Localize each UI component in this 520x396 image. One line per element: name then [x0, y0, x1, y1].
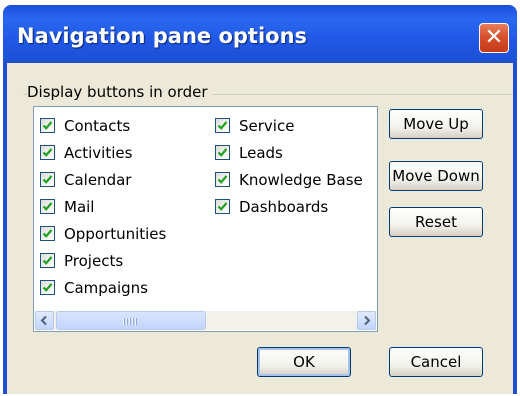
- list-item-opportunities[interactable]: Opportunities: [40, 220, 166, 247]
- checkmark-icon: [42, 256, 53, 265]
- list-item-label: Projects: [64, 251, 124, 270]
- checkmark-icon: [217, 148, 228, 157]
- list-item-label: Leads: [239, 143, 283, 162]
- list-item-calendar[interactable]: Calendar: [40, 166, 166, 193]
- checkmark-icon: [42, 283, 53, 292]
- list-item-label: Calendar: [64, 170, 132, 189]
- list-item-dashboards[interactable]: Dashboards: [215, 193, 363, 220]
- list-item-label: Mail: [64, 197, 95, 216]
- dialog-title: Navigation pane options: [17, 24, 308, 48]
- list-item-knowledge-base[interactable]: Knowledge Base: [215, 166, 363, 193]
- checkmark-icon: [42, 148, 53, 157]
- checkbox-projects[interactable]: [40, 253, 55, 268]
- checkmark-icon: [42, 202, 53, 211]
- buttons-list[interactable]: Contacts Activities Calendar Mail Opport…: [33, 106, 378, 332]
- scrollbar-thumb[interactable]: [56, 311, 206, 330]
- list-item-label: Contacts: [64, 116, 131, 135]
- list-item-label: Dashboards: [239, 197, 329, 216]
- list-item-label: Service: [239, 116, 295, 135]
- list-item-label: Activities: [64, 143, 133, 162]
- list-item-activities[interactable]: Activities: [40, 139, 166, 166]
- list-item-campaigns[interactable]: Campaigns: [40, 274, 166, 301]
- checkbox-mail[interactable]: [40, 199, 55, 214]
- move-up-button[interactable]: Move Up: [389, 109, 483, 139]
- checkbox-calendar[interactable]: [40, 172, 55, 187]
- list-item-projects[interactable]: Projects: [40, 247, 166, 274]
- list-column-2: Service Leads Knowledge Base Dashboards: [215, 112, 363, 220]
- checkmark-icon: [217, 121, 228, 130]
- list-item-mail[interactable]: Mail: [40, 193, 166, 220]
- horizontal-scrollbar[interactable]: [35, 311, 376, 330]
- list-item-service[interactable]: Service: [215, 112, 363, 139]
- list-item-leads[interactable]: Leads: [215, 139, 363, 166]
- cancel-button[interactable]: Cancel: [389, 347, 483, 377]
- dialog-body: Display buttons in order Contacts Activi…: [7, 63, 513, 394]
- list-item-label: Opportunities: [64, 224, 167, 243]
- close-button[interactable]: ✕: [479, 23, 509, 53]
- checkbox-activities[interactable]: [40, 145, 55, 160]
- group-label: Display buttons in order: [27, 83, 212, 101]
- move-down-button[interactable]: Move Down: [389, 161, 483, 191]
- scroll-left-button[interactable]: [35, 311, 54, 330]
- thumb-grip: [123, 318, 137, 325]
- checkbox-dashboards[interactable]: [215, 199, 230, 214]
- ok-button[interactable]: OK: [257, 347, 351, 377]
- checkmark-icon: [217, 202, 228, 211]
- scroll-left-arrow-icon: [40, 315, 47, 326]
- reset-button[interactable]: Reset: [389, 207, 483, 237]
- checkbox-service[interactable]: [215, 118, 230, 133]
- scroll-right-button[interactable]: [357, 311, 376, 330]
- checkbox-contacts[interactable]: [40, 118, 55, 133]
- list-item-contacts[interactable]: Contacts: [40, 112, 166, 139]
- list-item-label: Knowledge Base: [239, 170, 363, 189]
- navigation-pane-options-dialog: Navigation pane options ✕ Display button…: [3, 5, 517, 394]
- checkbox-opportunities[interactable]: [40, 226, 55, 241]
- scroll-right-arrow-icon: [364, 315, 371, 326]
- list-column-1: Contacts Activities Calendar Mail Opport…: [40, 112, 166, 301]
- title-bar[interactable]: Navigation pane options ✕: [3, 5, 517, 67]
- checkmark-icon: [217, 175, 228, 184]
- checkmark-icon: [42, 175, 53, 184]
- checkbox-campaigns[interactable]: [40, 280, 55, 295]
- checkbox-knowledge-base[interactable]: [215, 172, 230, 187]
- checkmark-icon: [42, 229, 53, 238]
- list-item-label: Campaigns: [64, 278, 149, 297]
- checkbox-leads[interactable]: [215, 145, 230, 160]
- close-icon: ✕: [484, 25, 504, 50]
- checkmark-icon: [42, 121, 53, 130]
